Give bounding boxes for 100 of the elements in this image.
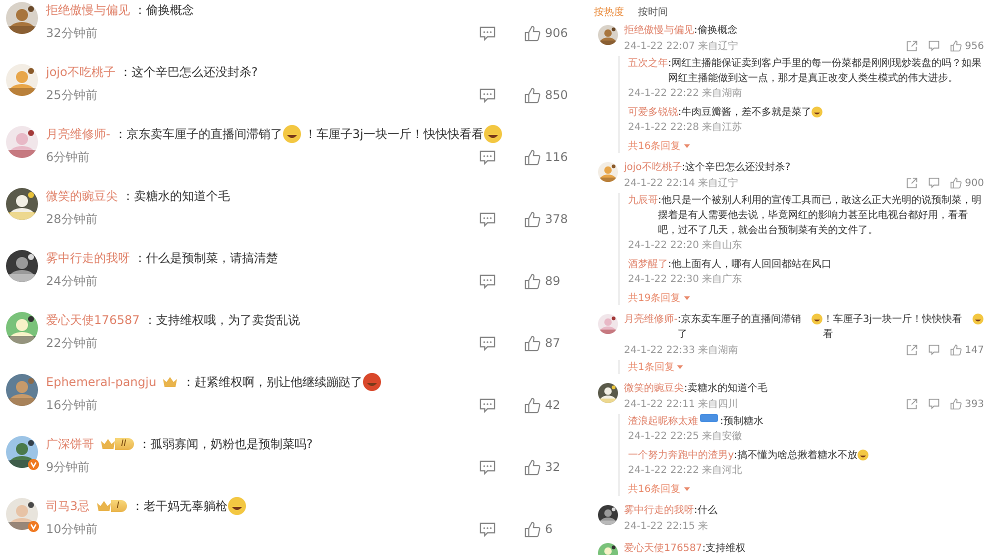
comment-time: 9分钟前	[46, 458, 90, 476]
more-replies-link[interactable]: 共16条回复	[628, 482, 690, 496]
reply-text: :搞不懂为啥总揪着糖水不放	[734, 448, 858, 463]
comment-time: 25分钟前	[46, 86, 98, 104]
comment-text: ：京东卖车厘子的直播间滞销了	[114, 126, 282, 142]
comment-text: :这个辛巴怎么还没封杀?	[682, 160, 790, 175]
thumbs-up-icon	[524, 86, 541, 104]
reply-text: :预制糖水	[720, 414, 764, 429]
comment-icon[interactable]	[928, 40, 940, 52]
user-name[interactable]: 司马3忌	[46, 498, 90, 514]
comment-icon[interactable]	[479, 88, 496, 102]
more-replies-link[interactable]: 共16条回复	[628, 139, 690, 153]
user-name[interactable]: 拒绝傲慢与偏见	[624, 23, 694, 38]
thumbs-up-icon	[524, 396, 541, 414]
comment-text: ！车厘子3j一块一斤！快快快看看	[304, 126, 484, 142]
comment-text: ：支持维权哦，为了卖货乱说	[144, 312, 300, 328]
user-name[interactable]: 月亮维修师-	[46, 126, 110, 142]
comment-text: ：孤弱寡闻，奶粉也是预制菜吗?	[138, 436, 313, 452]
comment-meta: 24-1-22 22:15 来	[624, 520, 708, 534]
thumbs-up-icon	[524, 272, 541, 290]
share-icon[interactable]	[906, 40, 918, 52]
like-button[interactable]: 147	[950, 344, 984, 356]
more-replies-label: 共16条回复	[628, 140, 681, 153]
comment-icon[interactable]	[479, 398, 496, 412]
user-name[interactable]: 酒梦醒了	[628, 257, 668, 272]
thumbs-up-icon	[524, 24, 541, 42]
more-replies-label: 共19条回复	[628, 292, 681, 305]
caret-icon	[684, 296, 690, 300]
user-name[interactable]: 雾中行走的我呀	[46, 250, 130, 266]
reply-text: :他上面有人，哪有人回回都站在风口	[668, 258, 832, 272]
like-button[interactable]: 956	[950, 40, 984, 52]
comment-time: 32分钟前	[46, 24, 98, 42]
like-button[interactable]: 32	[524, 458, 572, 476]
like-button[interactable]: 906	[524, 24, 572, 42]
like-button[interactable]: 393	[950, 398, 984, 410]
share-icon[interactable]	[906, 344, 918, 356]
like-button[interactable]: 87	[524, 334, 572, 352]
like-button[interactable]: 89	[524, 272, 572, 290]
comment-text: :偷换概念	[694, 24, 738, 38]
comment-meta: 24-1-22 22:33 来自湖南	[624, 344, 738, 358]
like-button[interactable]: 42	[524, 396, 572, 414]
user-name[interactable]: 拒绝傲慢与偏见	[46, 2, 130, 18]
like-button[interactable]: 900	[950, 177, 984, 189]
share-icon[interactable]	[906, 398, 918, 410]
user-name[interactable]: 微笑的豌豆尖	[624, 381, 684, 396]
comment-icon[interactable]	[928, 177, 940, 189]
user-name[interactable]: jojo不吃桃子	[46, 64, 116, 80]
comment-text: ：卖糖水的知道个毛	[122, 188, 230, 204]
user-name[interactable]: 可爱多锐锐	[628, 105, 678, 120]
like-button[interactable]: 378	[524, 210, 572, 228]
user-name[interactable]: 爱心天使176587	[624, 541, 702, 555]
user-name[interactable]: 广深饼哥	[46, 436, 94, 452]
comment-text: ：这个辛巴怎么还没封杀?	[119, 64, 258, 80]
like-button[interactable]: 850	[524, 86, 572, 104]
comment-icon[interactable]	[479, 150, 496, 164]
comment-time: 22分钟前	[46, 334, 98, 352]
comment-text: :京东卖车厘子的直播间滞销了	[678, 312, 802, 342]
more-replies-link[interactable]: 共1条回复	[628, 360, 684, 374]
thumbs-up-icon	[950, 398, 962, 410]
thumbs-up-icon	[524, 520, 541, 538]
comment-icon[interactable]	[928, 398, 940, 410]
user-name[interactable]: 雾中行走的我呀	[624, 503, 694, 518]
user-name[interactable]: 月亮维修师-	[624, 312, 678, 327]
thumbs-up-icon	[524, 458, 541, 476]
thumbs-up-icon	[524, 148, 541, 166]
comment-text: :卖糖水的知道个毛	[684, 382, 768, 396]
more-replies-label: 共16条回复	[628, 482, 681, 496]
comment-time: 10分钟前	[46, 520, 98, 538]
user-name[interactable]: jojo不吃桃子	[624, 160, 682, 175]
share-icon[interactable]	[906, 177, 918, 189]
thumbs-up-icon	[950, 40, 962, 52]
more-replies-link[interactable]: 共19条回复	[628, 291, 690, 305]
user-name[interactable]: 九辰哥	[628, 193, 658, 208]
like-button[interactable]: 6	[524, 520, 572, 538]
comment-icon[interactable]	[928, 344, 940, 356]
user-name[interactable]: 爱心天使176587	[46, 312, 140, 328]
user-name[interactable]: 微笑的豌豆尖	[46, 188, 118, 204]
comment-icon[interactable]	[479, 522, 496, 536]
caret-icon	[677, 364, 684, 370]
comment-time: 24分钟前	[46, 272, 98, 290]
comment-icon[interactable]	[479, 26, 496, 40]
reply-meta: 24-1-22 22:30 来自广东	[628, 272, 744, 287]
user-name[interactable]: 一个努力奔跑中的渣男y	[628, 448, 734, 463]
comment-meta: 24-1-22 22:07 来自辽宁	[624, 40, 738, 54]
comment-meta: 24-1-22 22:11 来自四川	[624, 398, 738, 412]
comment-icon[interactable]	[479, 212, 496, 226]
comment-meta: 24-1-22 22:14 来自辽宁	[624, 176, 738, 190]
reply-meta: 24-1-22 22:22 来自河北	[628, 464, 744, 478]
like-button[interactable]: 116	[524, 148, 572, 166]
user-name[interactable]: 五次之年	[628, 56, 668, 71]
sort-tab[interactable]: 按时间	[638, 4, 668, 20]
comment-text: ：赶紧维权啊，别让他继续蹦跶了	[182, 374, 362, 390]
reply-meta: 24-1-22 22:25 来自安徽	[628, 430, 744, 444]
user-name[interactable]: 渣浪起昵称太难	[628, 414, 698, 429]
sort-tab[interactable]: 按热度	[594, 4, 624, 20]
reply-meta: 24-1-22 22:20 来自山东	[628, 238, 744, 253]
comment-icon[interactable]	[479, 274, 496, 288]
comment-icon[interactable]	[479, 460, 496, 474]
user-name[interactable]: Ephemeral-pangju	[46, 375, 156, 389]
comment-icon[interactable]	[479, 336, 496, 350]
